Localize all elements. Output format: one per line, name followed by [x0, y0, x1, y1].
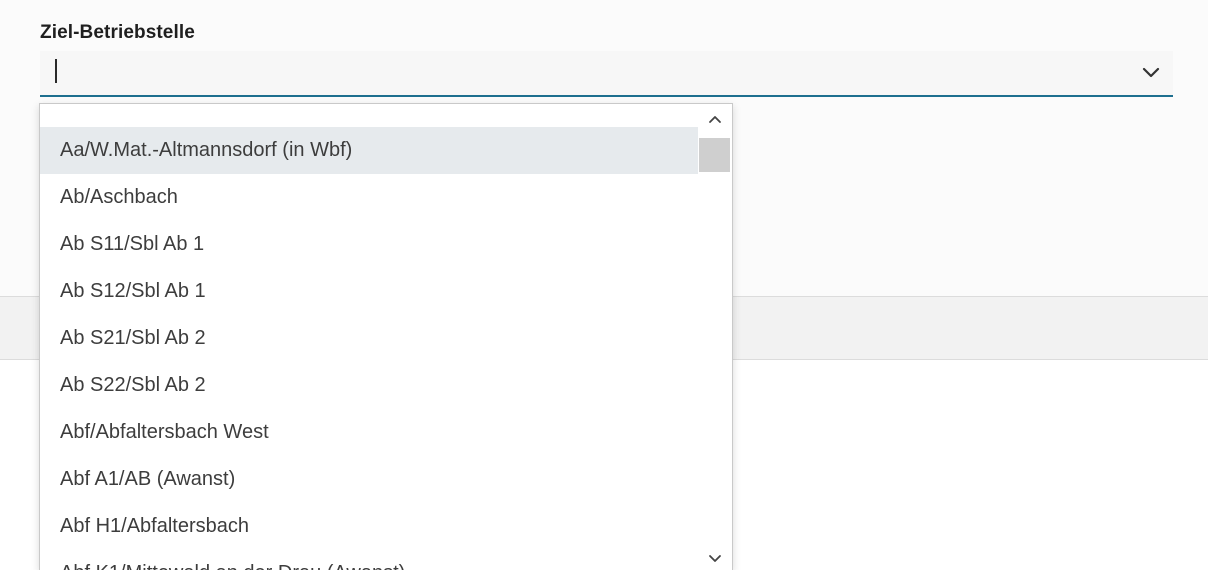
ziel-betriebstelle-combobox[interactable] [40, 51, 1173, 97]
option-item[interactable]: Abf/Abfaltersbach West [40, 409, 698, 456]
chevron-down-icon [709, 555, 721, 562]
ziel-betriebstelle-input[interactable] [48, 57, 1088, 87]
option-item[interactable]: Abf A1/AB (Awanst) [40, 456, 698, 503]
scroll-thumb[interactable] [699, 138, 730, 172]
option-item[interactable]: Aa/W.Mat.-Altmannsdorf (in Wbf) [40, 127, 698, 174]
chevron-up-icon [709, 116, 721, 123]
text-cursor [55, 59, 57, 83]
listbox-scrollbar[interactable] [698, 104, 732, 570]
option-item[interactable]: Ab S11/Sbl Ab 1 [40, 221, 698, 268]
option-item[interactable]: Ab S21/Sbl Ab 2 [40, 315, 698, 362]
dropdown-toggle-button[interactable] [1135, 59, 1167, 87]
field-label: Ziel-Betriebstelle [40, 22, 195, 43]
option-item[interactable]: Ab S12/Sbl Ab 1 [40, 268, 698, 315]
scroll-down-button[interactable] [698, 546, 732, 570]
option-item[interactable]: Ab S22/Sbl Ab 2 [40, 362, 698, 409]
option-item[interactable]: Abf H1/Abfaltersbach [40, 503, 698, 550]
option-item[interactable]: Ab/Aschbach [40, 174, 698, 221]
options-listbox[interactable]: Aa/W.Mat.-Altmannsdorf (in Wbf) Ab/Aschb… [39, 103, 733, 570]
option-item[interactable]: Abf K1/Mittewald an der Drau (Awanst) [40, 550, 698, 570]
chevron-down-icon [1142, 67, 1160, 78]
options-list: Aa/W.Mat.-Altmannsdorf (in Wbf) Ab/Aschb… [40, 127, 698, 570]
scroll-up-button[interactable] [698, 106, 732, 132]
